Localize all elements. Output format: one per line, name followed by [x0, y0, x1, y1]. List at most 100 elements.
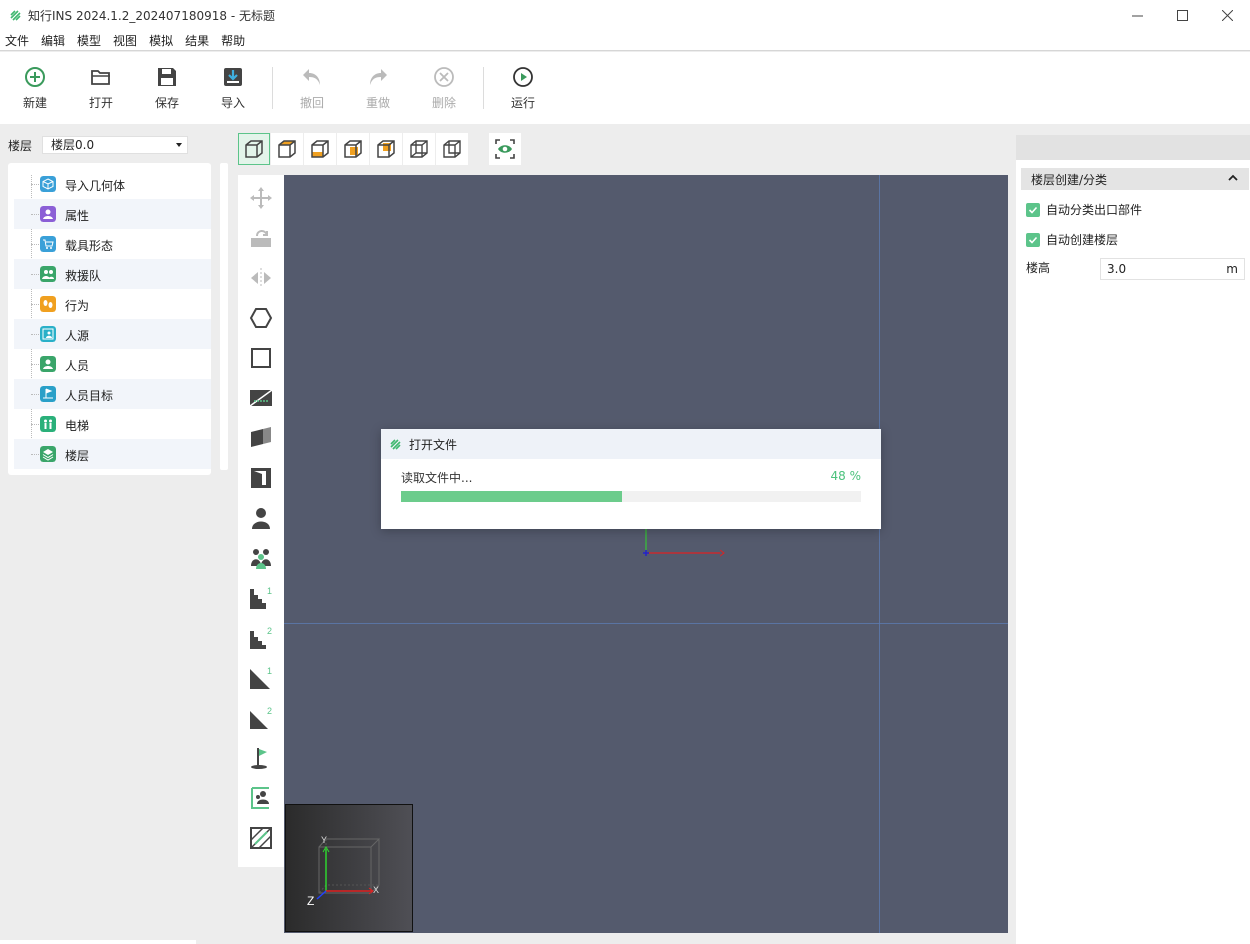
- tree-item-properties[interactable]: 属性: [14, 199, 211, 229]
- tree-item-vehicle-form[interactable]: 载具形态: [14, 229, 211, 259]
- visibility-button[interactable]: [489, 133, 521, 165]
- maximize-button[interactable]: [1160, 0, 1205, 30]
- open-label: 打开: [88, 96, 113, 110]
- view-back-button[interactable]: [370, 133, 402, 165]
- floor-select[interactable]: 楼层0.0: [42, 136, 189, 154]
- view-bottom-button[interactable]: [304, 133, 336, 165]
- menu-results[interactable]: 结果: [185, 32, 209, 49]
- delete-icon: [434, 67, 454, 87]
- floor-height-input[interactable]: 3.0 m: [1100, 258, 1245, 280]
- person-source-icon: [251, 787, 269, 809]
- menu-help[interactable]: 帮助: [221, 32, 245, 49]
- window-controls: [1115, 0, 1250, 30]
- source-tool[interactable]: [246, 783, 276, 813]
- tree-item-person-target[interactable]: 人员目标: [14, 379, 211, 409]
- floor-height-unit: m: [1226, 262, 1238, 276]
- view-front-button[interactable]: [337, 133, 369, 165]
- check-icon: [1028, 206, 1038, 214]
- menu-edit[interactable]: 编辑: [41, 32, 65, 49]
- ramp-one-tool[interactable]: 1: [246, 663, 276, 693]
- orientation-minimap[interactable]: Y X Z: [285, 804, 413, 932]
- auto-create-floor-row[interactable]: 自动创建楼层: [1026, 231, 1118, 248]
- auto-create-floor-checkbox[interactable]: [1026, 232, 1040, 247]
- slope-tool[interactable]: [246, 383, 276, 413]
- save-icon: [158, 68, 176, 86]
- svg-text:1: 1: [267, 586, 272, 596]
- rectangle-tool[interactable]: [246, 343, 276, 373]
- stairs-one-tool[interactable]: 1: [246, 583, 276, 613]
- view-3d-button[interactable]: [238, 133, 270, 165]
- ramp-two-tool[interactable]: 2: [246, 703, 276, 733]
- rotate-tool[interactable]: [246, 223, 276, 253]
- floor-label: 楼层: [8, 138, 33, 153]
- stairs-two-tool[interactable]: 2: [246, 623, 276, 653]
- redo-button[interactable]: 重做: [353, 66, 403, 111]
- menu-view[interactable]: 视图: [113, 32, 137, 49]
- view-right-button[interactable]: [436, 133, 468, 165]
- target-tool[interactable]: [246, 743, 276, 773]
- redo-icon: [370, 69, 387, 85]
- tree-item-label: 人员目标: [65, 389, 114, 403]
- tree-item-import-geometry[interactable]: 导入几何体: [14, 169, 211, 199]
- eye-icon: [495, 139, 515, 159]
- undo-button[interactable]: 撤回: [287, 66, 337, 111]
- open-button[interactable]: 打开: [76, 66, 126, 111]
- dialog-status: 读取文件中...: [401, 471, 473, 485]
- elevator-icon: [40, 416, 56, 432]
- group-tool[interactable]: [246, 543, 276, 573]
- polygon-tool[interactable]: [246, 303, 276, 333]
- app-logo-icon: [10, 9, 21, 21]
- app-logo-icon: [390, 438, 401, 450]
- new-button[interactable]: 新建: [10, 66, 60, 111]
- person-tool[interactable]: [246, 503, 276, 533]
- tree-item-label: 载具形态: [65, 239, 114, 253]
- drawing-tools: 1 2 1 2: [238, 175, 284, 867]
- tree-scrollbar[interactable]: [220, 163, 228, 470]
- view-top-button[interactable]: [271, 133, 303, 165]
- axis-cube: Y X Z: [307, 835, 381, 908]
- delete-button[interactable]: 删除: [419, 66, 469, 111]
- move-tool[interactable]: [246, 183, 276, 213]
- tree-item-floors[interactable]: 楼层: [14, 439, 211, 469]
- toolbar-separator: [272, 67, 273, 109]
- floor-creation-section[interactable]: 楼层创建/分类: [1021, 168, 1249, 190]
- dialog-header: 打开文件: [381, 429, 881, 459]
- tree-item-label: 人源: [65, 329, 90, 343]
- run-label: 运行: [510, 96, 535, 110]
- wall-tool[interactable]: [246, 423, 276, 453]
- menu-bar: 文件 编辑 模型 视图 模拟 结果 帮助: [0, 30, 1250, 51]
- tree-item-label: 行为: [65, 299, 90, 313]
- auto-classify-label: 自动分类出口部件: [1046, 203, 1143, 217]
- chevron-down-icon: [176, 143, 183, 147]
- region-tool[interactable]: [246, 823, 276, 853]
- person-source-icon: [40, 326, 56, 342]
- close-button[interactable]: [1205, 0, 1250, 30]
- auto-classify-exit-row[interactable]: 自动分类出口部件: [1026, 201, 1142, 218]
- tree-item-behavior[interactable]: 行为: [14, 289, 211, 319]
- view-left-button[interactable]: [403, 133, 435, 165]
- minimize-button[interactable]: [1115, 0, 1160, 30]
- tree-item-label: 导入几何体: [65, 179, 126, 193]
- axis-z-label: Z: [307, 894, 314, 908]
- undo-label: 撤回: [299, 96, 324, 110]
- stairs-icon: 2: [250, 626, 272, 649]
- tree-item-rescue-team[interactable]: 救援队: [14, 259, 211, 289]
- mirror-tool[interactable]: [246, 263, 276, 293]
- import-button[interactable]: 导入: [208, 66, 258, 111]
- auto-create-floor-label: 自动创建楼层: [1046, 233, 1119, 247]
- auto-classify-checkbox[interactable]: [1026, 202, 1040, 217]
- save-button[interactable]: 保存: [142, 66, 192, 111]
- menu-simulate[interactable]: 模拟: [149, 32, 173, 49]
- view-bottom-icon: [311, 140, 329, 158]
- run-button[interactable]: 运行: [498, 66, 548, 111]
- tree-item-person-source[interactable]: 人源: [14, 319, 211, 349]
- door-tool[interactable]: [246, 463, 276, 493]
- menu-model[interactable]: 模型: [77, 32, 101, 49]
- view-back-icon: [377, 140, 395, 158]
- tree-item-personnel[interactable]: 人员: [14, 349, 211, 379]
- tree-item-elevator[interactable]: 电梯: [14, 409, 211, 439]
- chevron-up-icon: [1228, 174, 1238, 181]
- wall-icon: [251, 427, 271, 447]
- check-icon: [1028, 236, 1038, 244]
- menu-file[interactable]: 文件: [5, 32, 29, 49]
